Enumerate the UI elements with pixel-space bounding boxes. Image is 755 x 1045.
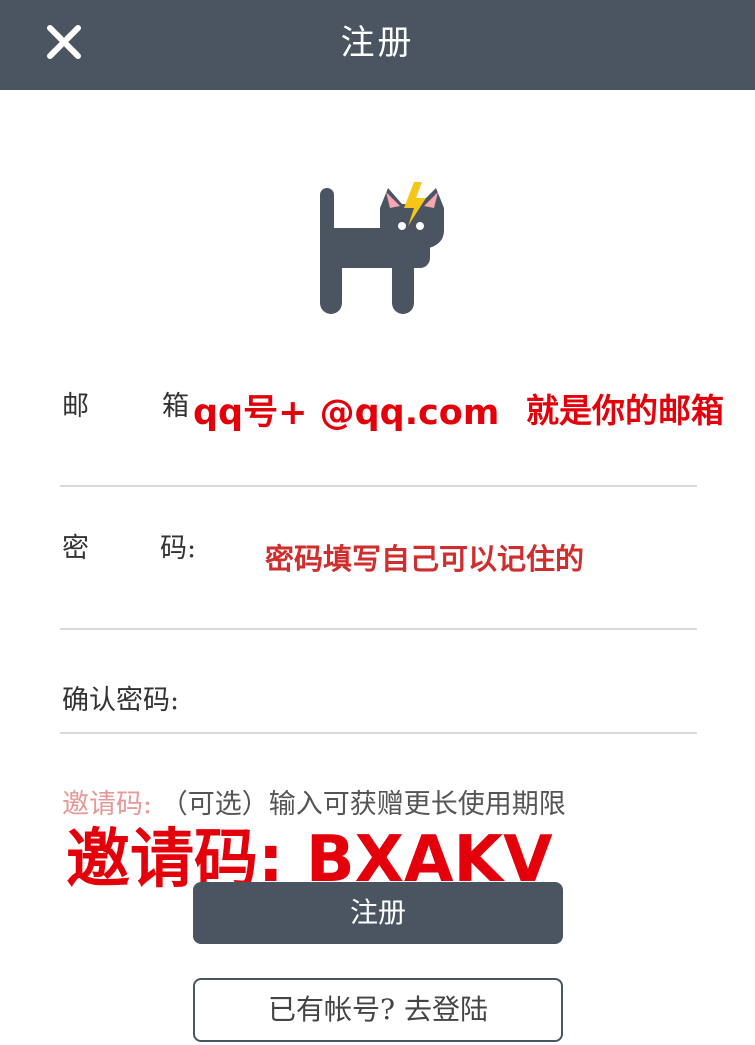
password-label-part2: 码: [160,533,197,564]
password-hint-annotation: 密码填写自己可以记住的 [265,542,585,576]
header-bar: 注册 [0,0,755,90]
email-note-annotation: 就是你的邮箱 [526,391,724,430]
email-label-part1: 邮 [62,391,89,422]
page-title: 注册 [340,23,415,63]
go-login-button[interactable]: 已有帐号? 去登陆 [193,978,563,1042]
email-label-part2: 箱 [162,391,189,422]
confirm-password-label: 确认密码: [62,685,180,716]
register-button[interactable]: 注册 [193,882,563,944]
confirm-password-input[interactable] [200,650,697,730]
black-cat-lightning-logo [320,182,444,314]
email-divider [60,485,697,487]
email-format-annotation: qq号+ @qq.com [193,393,500,433]
close-icon[interactable] [44,22,84,62]
confirm-password-divider [60,732,697,734]
password-divider [60,628,697,630]
password-label-part1: 密 [62,533,89,564]
